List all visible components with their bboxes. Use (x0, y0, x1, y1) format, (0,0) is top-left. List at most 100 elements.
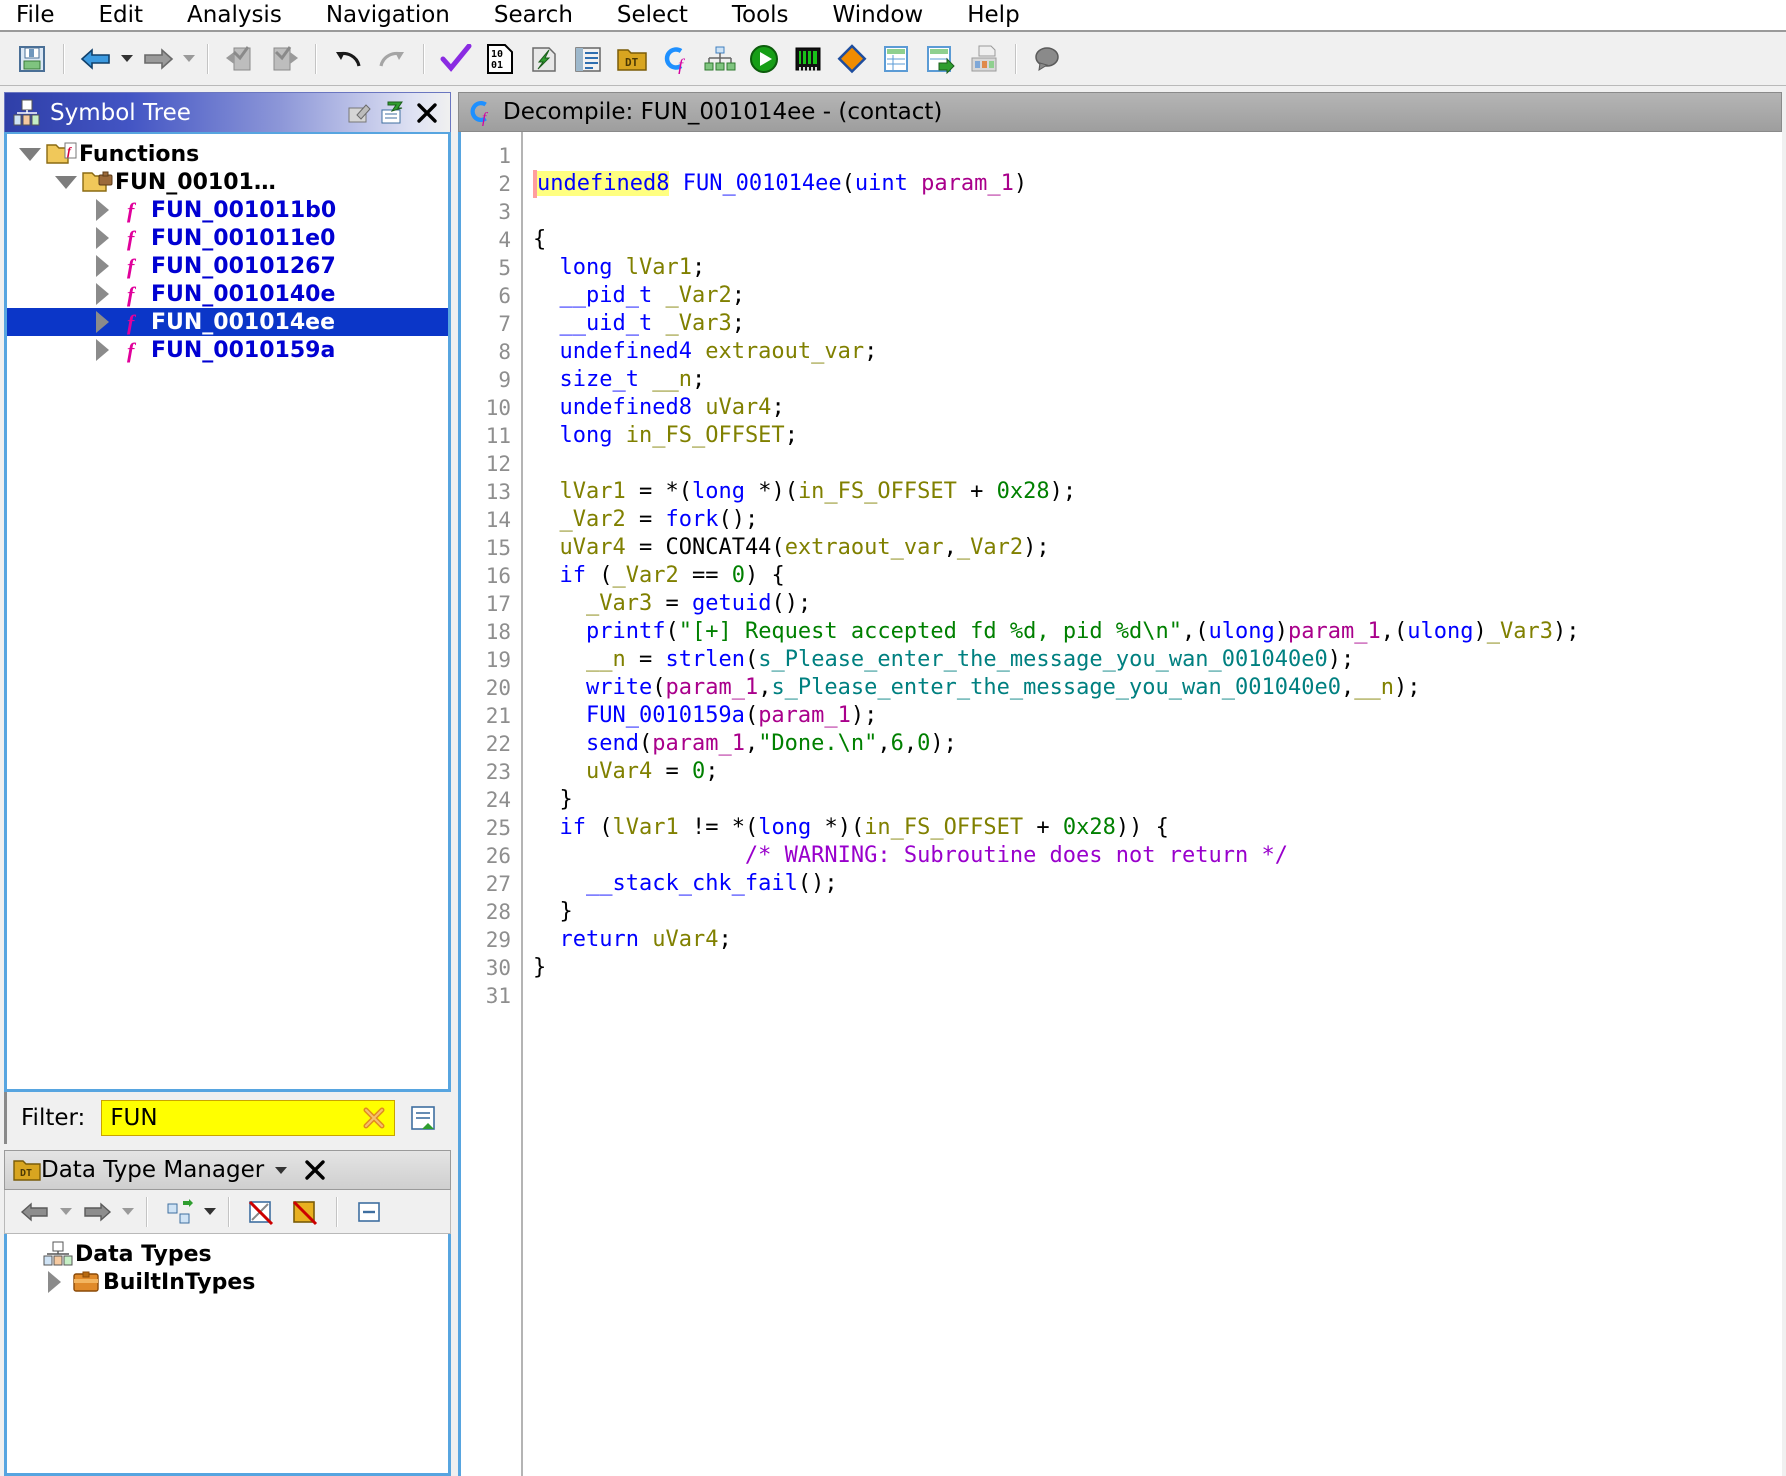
menu-file[interactable]: File (16, 2, 77, 28)
code-line[interactable]: return uVar4; (533, 926, 1782, 954)
close-icon[interactable] (410, 96, 444, 130)
run-icon[interactable] (744, 39, 784, 79)
code-line[interactable] (533, 450, 1782, 478)
new-category-dropdown-icon[interactable] (201, 1192, 219, 1232)
code-line[interactable]: send(param_1,"Done.\n",6,0); (533, 730, 1782, 758)
back-dropdown-icon[interactable] (118, 39, 136, 79)
new-category-icon[interactable] (159, 1192, 199, 1232)
dropdown-icon[interactable] (264, 1153, 298, 1187)
tree-node-fun-0010140e[interactable]: f FUN_0010140e (7, 280, 448, 308)
code-line[interactable]: _Var2 = fork(); (533, 506, 1782, 534)
dtm-node-builtintypes[interactable]: BuiltInTypes (7, 1268, 448, 1296)
chevron-right-icon[interactable] (87, 255, 117, 277)
collapse-all-icon[interactable] (349, 1192, 389, 1232)
redo-stack-icon[interactable] (264, 39, 304, 79)
data-type-manager-icon[interactable]: DT (612, 39, 652, 79)
menu-tools[interactable]: Tools (732, 2, 811, 28)
code-line[interactable]: undefined8 uVar4; (533, 394, 1782, 422)
binary-file-icon[interactable]: 10 01 (480, 39, 520, 79)
comment-icon[interactable] (1028, 39, 1068, 79)
code-line[interactable]: /* WARNING: Subroutine does not return *… (533, 842, 1782, 870)
menu-help[interactable]: Help (967, 2, 1041, 28)
code-line[interactable]: uVar4 = 0; (533, 758, 1782, 786)
table-export-icon[interactable] (920, 39, 960, 79)
forward-dropdown-icon[interactable] (180, 39, 198, 79)
menu-analysis[interactable]: Analysis (187, 2, 304, 28)
code-line[interactable]: long in_FS_OFFSET; (533, 422, 1782, 450)
code-line[interactable]: size_t __n; (533, 366, 1782, 394)
forward-arrow-icon[interactable] (138, 39, 178, 79)
back-dropdown-icon[interactable] (57, 1192, 75, 1232)
snapshot-icon[interactable] (964, 39, 1004, 79)
chevron-right-icon[interactable] (87, 339, 117, 361)
tree-node-fun-00101267[interactable]: f FUN_00101267 (7, 252, 448, 280)
code-line[interactable] (533, 198, 1782, 226)
code-line[interactable]: __n = strlen(s_Please_enter_the_message_… (533, 646, 1782, 674)
decompiled-code[interactable]: undefined8 FUN_001014ee(uint param_1) { … (523, 132, 1782, 1476)
undo-icon[interactable] (328, 39, 368, 79)
chevron-right-icon[interactable] (87, 199, 117, 221)
undo-stack-icon[interactable] (220, 39, 260, 79)
code-line[interactable]: undefined8 FUN_001014ee(uint param_1) (533, 170, 1782, 198)
code-line[interactable] (533, 982, 1782, 1010)
code-line[interactable]: _Var3 = getuid(); (533, 590, 1782, 618)
code-line[interactable]: __pid_t _Var2; (533, 282, 1782, 310)
clear-filter-icon[interactable] (362, 1106, 386, 1130)
filter-options-icon[interactable] (395, 1103, 451, 1133)
menu-window[interactable]: Window (833, 2, 946, 28)
memory-map-icon[interactable] (788, 39, 828, 79)
analyze-checkmark-icon[interactable] (436, 39, 476, 79)
tree-node-fun-0010159a[interactable]: f FUN_0010159a (7, 336, 448, 364)
navigate-icon[interactable] (376, 96, 410, 130)
tree-node-fun-00101[interactable]: FUN_00101… (7, 168, 448, 196)
menu-select[interactable]: Select (617, 2, 710, 28)
decompiler-body[interactable]: 1 2 3 4 5 6 7 8 9 10 11 12 13 14 15 16 17 18 19 20 21 22 23 24 2… (458, 132, 1782, 1476)
tree-node-fun-001011e0[interactable]: f FUN_001011e0 (7, 224, 448, 252)
code-line[interactable]: } (533, 898, 1782, 926)
filter-input[interactable]: FUN (101, 1100, 395, 1136)
listing-icon[interactable] (568, 39, 608, 79)
back-arrow-icon[interactable] (76, 39, 116, 79)
tree-node-fun-001014ee[interactable]: f FUN_001014ee (7, 308, 448, 336)
code-line[interactable]: } (533, 786, 1782, 814)
code-line[interactable]: FUN_0010159a(param_1); (533, 702, 1782, 730)
chevron-down-icon[interactable] (15, 147, 45, 161)
tree-node-functions[interactable]: f Functions (7, 140, 448, 168)
data-type-manager-tree[interactable]: Data Types BuiltInTypes (4, 1234, 451, 1476)
redo-icon[interactable] (372, 39, 412, 79)
tree-node-fun-001011b0[interactable]: f FUN_001011b0 (7, 196, 448, 224)
code-line[interactable]: __stack_chk_fail(); (533, 870, 1782, 898)
code-line[interactable]: lVar1 = *(long *)(in_FS_OFFSET + 0x28); (533, 478, 1782, 506)
symbol-tree-body[interactable]: f Functions FUN_00101… f FUN_001011b0 f FUN_00… (4, 132, 451, 1092)
forward-dropdown-icon[interactable] (119, 1192, 137, 1232)
table-icon[interactable] (876, 39, 916, 79)
code-line[interactable]: uVar4 = CONCAT44(extraout_var,_Var2); (533, 534, 1782, 562)
code-line[interactable]: { (533, 226, 1782, 254)
chevron-right-icon[interactable] (87, 311, 117, 333)
code-line[interactable]: __uid_t _Var3; (533, 310, 1782, 338)
code-line[interactable] (533, 142, 1782, 170)
import-icon[interactable] (524, 39, 564, 79)
code-line[interactable]: write(param_1,s_Please_enter_the_message… (533, 674, 1782, 702)
function-graph-icon[interactable] (700, 39, 740, 79)
menu-navigation[interactable]: Navigation (326, 2, 472, 28)
menu-search[interactable]: Search (494, 2, 595, 28)
forward-arrow-icon[interactable] (77, 1192, 117, 1232)
diff-icon[interactable] (832, 39, 872, 79)
back-arrow-icon[interactable] (15, 1192, 55, 1232)
code-line[interactable]: } (533, 954, 1782, 982)
decompiler-icon[interactable]: f (656, 39, 696, 79)
code-line[interactable]: if (lVar1 != *(long *)(in_FS_OFFSET + 0x… (533, 814, 1782, 842)
code-line[interactable]: printf("[+] Request accepted fd %d, pid … (533, 618, 1782, 646)
code-line[interactable]: if (_Var2 == 0) { (533, 562, 1782, 590)
menu-edit[interactable]: Edit (99, 2, 166, 28)
chevron-right-icon[interactable] (39, 1271, 69, 1293)
close-icon[interactable] (298, 1153, 332, 1187)
edit-icon[interactable] (342, 96, 376, 130)
chevron-right-icon[interactable] (87, 227, 117, 249)
filter-pointers-icon[interactable] (241, 1192, 281, 1232)
chevron-down-icon[interactable] (51, 175, 81, 189)
save-icon[interactable] (12, 39, 52, 79)
code-line[interactable]: undefined4 extraout_var; (533, 338, 1782, 366)
chevron-right-icon[interactable] (87, 283, 117, 305)
